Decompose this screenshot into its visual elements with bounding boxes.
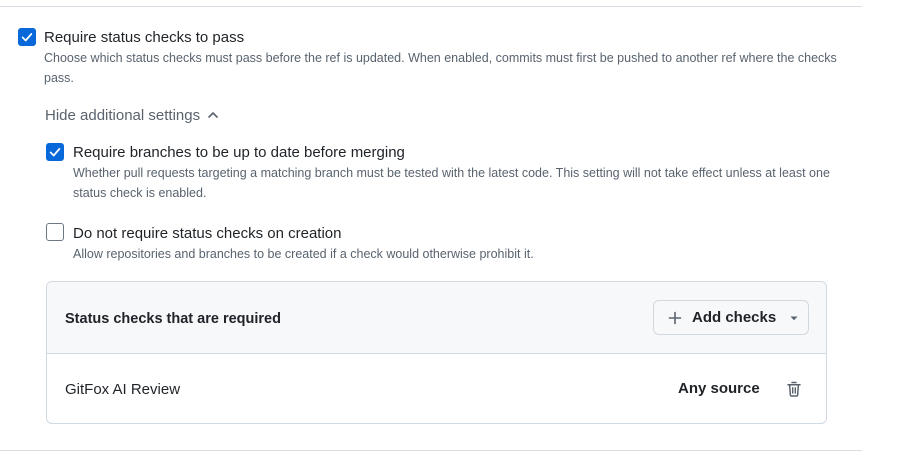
- skip-on-creation-label: Do not require status checks on creation: [73, 225, 342, 242]
- hide-additional-settings-label: Hide additional settings: [45, 106, 201, 124]
- add-checks-label: Add checks: [692, 309, 777, 326]
- require-up-to-date-checkbox[interactable]: [46, 143, 64, 161]
- plus-icon: [668, 311, 682, 325]
- skip-on-creation-checkbox[interactable]: [46, 223, 64, 241]
- required-check-source-selector[interactable]: Any source: [678, 379, 760, 399]
- triangle-down-icon: [789, 313, 799, 323]
- require-up-to-date-label: Require branches to be up to date before…: [73, 144, 405, 161]
- hide-additional-settings-toggle[interactable]: Hide additional settings: [45, 104, 219, 126]
- required-checks-title: Status checks that are required: [65, 311, 281, 327]
- required-checks-panel: Status checks that are required Add chec…: [46, 281, 827, 424]
- section-divider-bottom: [0, 450, 862, 451]
- required-check-name: GitFox AI Review: [65, 381, 181, 398]
- check-icon: [21, 33, 33, 42]
- check-icon: [49, 148, 61, 157]
- require-up-to-date-description: Whether pull requests targeting a matchi…: [73, 166, 830, 200]
- skip-on-creation-description: Allow repositories and branches to be cr…: [73, 247, 534, 261]
- trash-icon[interactable]: [785, 380, 803, 398]
- required-checks-header: Status checks that are required Add chec…: [47, 282, 826, 354]
- add-checks-button[interactable]: Add checks: [653, 300, 809, 335]
- required-check-row: GitFox AI Review Any source: [47, 354, 826, 423]
- require-status-checks-description: Choose which status checks must pass bef…: [44, 51, 837, 85]
- chevron-up-icon: [207, 109, 219, 121]
- require-status-checks-checkbox[interactable]: [18, 28, 36, 46]
- require-status-checks-label: Require status checks to pass: [44, 29, 245, 46]
- section-divider-top: [0, 6, 862, 7]
